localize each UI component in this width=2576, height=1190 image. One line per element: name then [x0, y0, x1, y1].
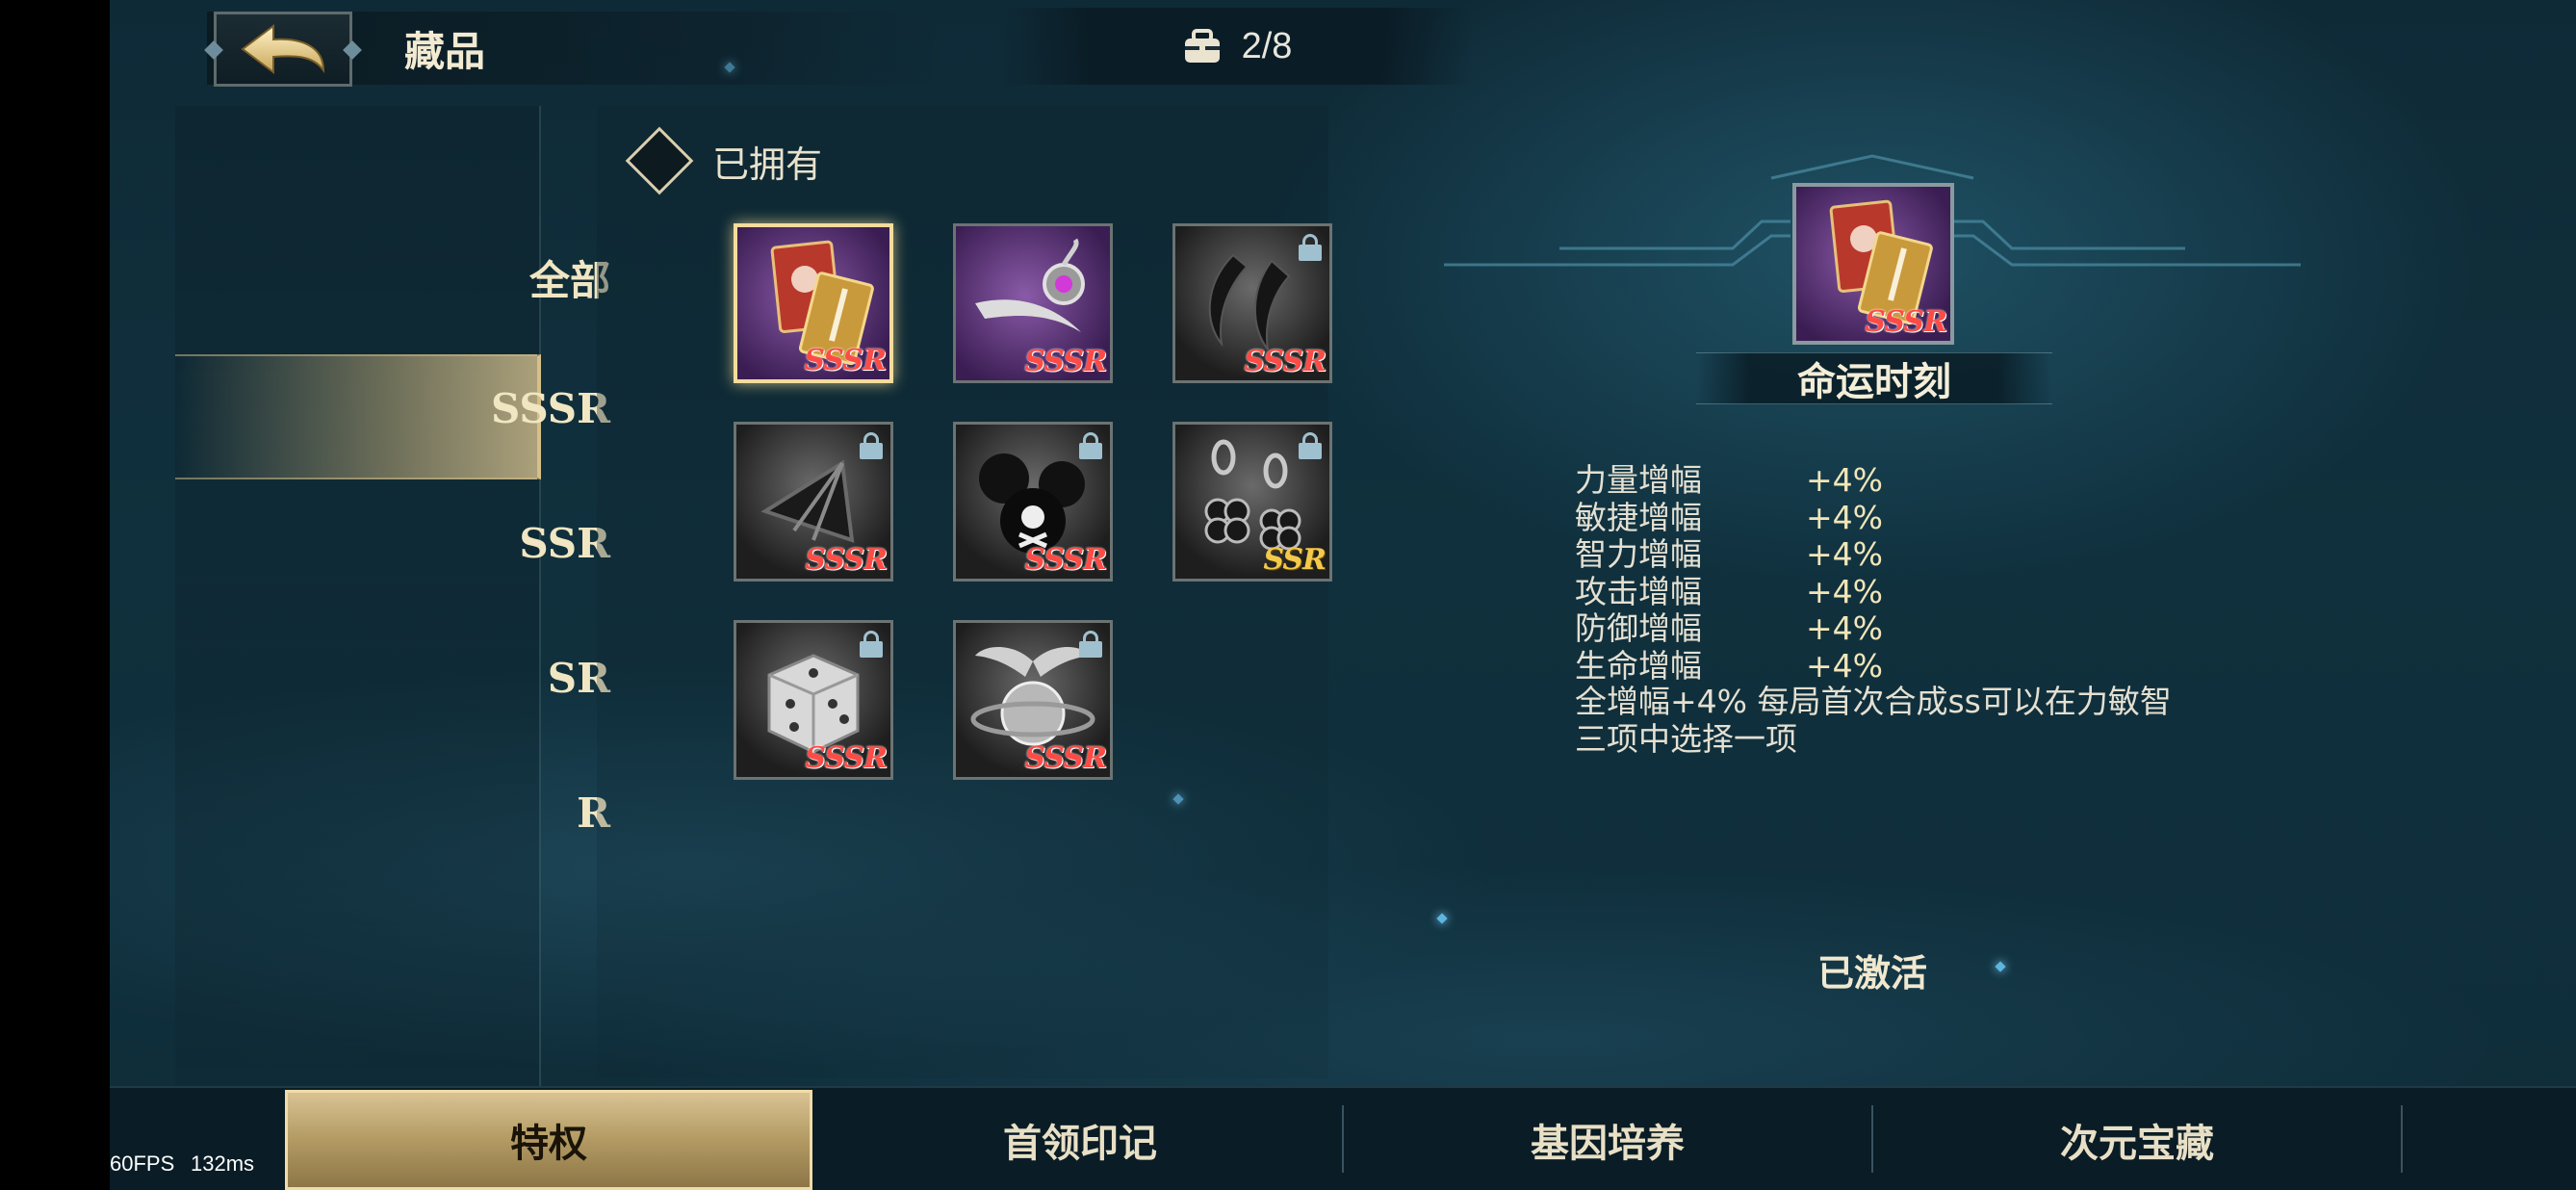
category-all[interactable]: 全部: [0, 248, 610, 307]
stat-row: 智力增幅 +4%: [1575, 535, 2172, 574]
item-description: 全增幅+4% 每局首次合成ss可以在力敏智三项中选择一项: [1575, 683, 2172, 758]
lock-icon: [1079, 631, 1102, 658]
stat-value: +4%: [1806, 461, 1884, 499]
latency-counter: 132ms: [191, 1151, 255, 1176]
page-title: 藏品: [404, 28, 486, 75]
owned-filter-toggle[interactable]: 已拥有: [625, 126, 823, 195]
rarity-badge: SSSR: [805, 543, 888, 577]
collection-item-fate-cards[interactable]: SSSR: [734, 223, 893, 383]
lock-icon: [860, 432, 883, 459]
stat-value: +4%: [1806, 535, 1884, 573]
stat-name: 生命增幅: [1575, 646, 1702, 685]
rarity-badge: SSSR: [1024, 543, 1107, 577]
lock-icon: [1299, 234, 1322, 261]
activation-status: 已激活: [1817, 952, 1928, 995]
stat-name: 敏捷增幅: [1575, 498, 1702, 536]
rarity-badge: SSSR: [1024, 345, 1107, 378]
sparkle-decoration: [1995, 961, 2006, 972]
collection-counter: 2/8: [1001, 8, 1473, 85]
stat-name: 智力增幅: [1575, 535, 1702, 573]
rarity-badge: SSSR: [1865, 305, 1947, 339]
stat-value: +4%: [1806, 609, 1884, 647]
stat-row: 敏捷增幅 +4%: [1575, 498, 2172, 537]
stat-value: +4%: [1806, 646, 1884, 685]
back-button[interactable]: [214, 12, 352, 87]
lock-icon: [1299, 432, 1322, 459]
collection-item-skull-bombs[interactable]: SSSR: [953, 422, 1113, 582]
sparkle-decoration: [1436, 913, 1448, 924]
rarity-badge: SSSR: [1244, 345, 1327, 378]
rarity-badge: SSSR: [805, 741, 888, 775]
tab-privilege[interactable]: 特权: [285, 1090, 812, 1190]
category-r[interactable]: R: [0, 789, 610, 837]
selected-item-preview: SSSR: [1792, 183, 1954, 345]
rarity-badge: SSSR: [1024, 741, 1107, 775]
category-ssr[interactable]: SSR: [0, 520, 610, 567]
chest-icon: [1184, 29, 1220, 63]
item-name-bar: 命运时刻: [1696, 352, 2052, 404]
category-sssr[interactable]: SSSR: [0, 385, 610, 432]
collection-count: 2/8: [1241, 25, 1293, 66]
rarity-badge: SSR: [1263, 543, 1327, 577]
stat-row: 生命增幅 +4%: [1575, 646, 2172, 686]
tab-dimension-treasure[interactable]: 次元宝藏: [1873, 1090, 2401, 1190]
checkbox-diamond-icon: [625, 126, 694, 195]
tab-divider: [2401, 1105, 2403, 1173]
lock-icon: [1079, 432, 1102, 459]
stat-name: 攻击增幅: [1575, 572, 1702, 610]
stat-value: +4%: [1806, 572, 1884, 610]
back-arrow-icon: [241, 24, 325, 74]
rarity-badge: SSSR: [804, 344, 887, 377]
tab-gene-training[interactable]: 基因培养: [1344, 1090, 1871, 1190]
category-sr[interactable]: SR: [0, 655, 610, 702]
stat-row: 力量增幅 +4%: [1575, 461, 2172, 500]
stat-name: 防御增幅: [1575, 609, 1702, 647]
stat-row: 攻击增幅 +4%: [1575, 572, 2172, 611]
fps-counter: 60FPS: [110, 1151, 175, 1176]
collection-item-ornate-scythe[interactable]: SSSR: [953, 223, 1113, 383]
tab-boss-mark[interactable]: 首领印记: [816, 1090, 1344, 1190]
collection-item-dice[interactable]: SSSR: [734, 620, 893, 780]
collection-item-winged-orb[interactable]: SSSR: [953, 620, 1113, 780]
owned-filter-label: 已拥有: [712, 142, 823, 186]
lock-icon: [860, 631, 883, 658]
item-name: 命运时刻: [1797, 360, 1951, 404]
collection-item-black-claws[interactable]: SSSR: [1172, 223, 1332, 383]
stat-value: +4%: [1806, 498, 1884, 536]
collection-item-bone-wing[interactable]: SSSR: [734, 422, 893, 582]
stat-row: 防御增幅 +4%: [1575, 609, 2172, 648]
stats-list: 力量增幅 +4% 敏捷增幅 +4% 智力增幅 +4% 攻击增幅 +4% 防御增幅 +4% …: [1575, 461, 2172, 686]
stat-name: 力量增幅: [1575, 461, 1702, 499]
collection-item-clover-earrings[interactable]: SSR: [1172, 422, 1332, 582]
